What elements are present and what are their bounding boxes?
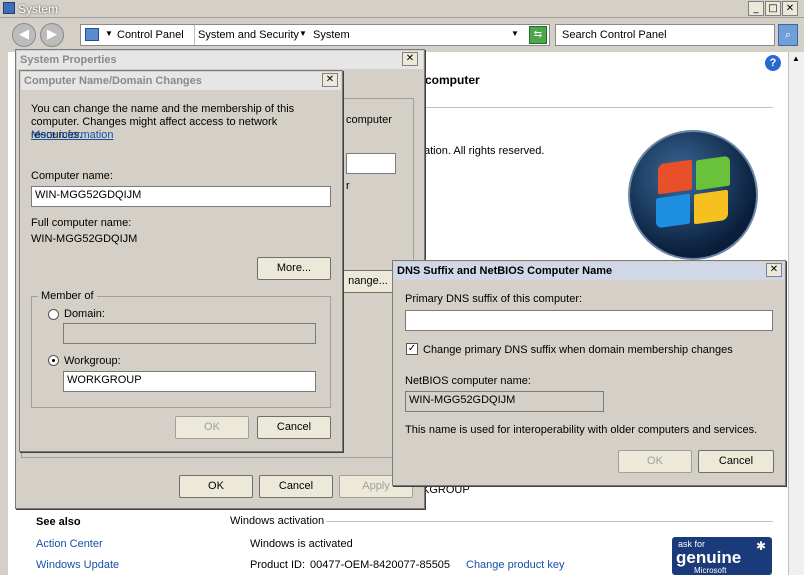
workgroup-radio[interactable] xyxy=(48,355,59,366)
navigation-bar: ◀ ▶ ▼ Control Panel System and Security … xyxy=(0,18,804,50)
computer-name-label: Computer name: xyxy=(31,170,113,182)
computer-name-input[interactable]: WIN-MGG52GDQIJM xyxy=(31,186,331,207)
system-icon xyxy=(3,2,15,14)
control-panel-icon xyxy=(85,28,99,41)
system-properties-title: System Properties xyxy=(17,51,423,69)
forward-button[interactable]: ▶ xyxy=(40,23,64,47)
name-ok-button[interactable]: OK xyxy=(175,416,249,439)
workgroup-label: Workgroup: xyxy=(64,355,121,367)
netbios-label: NetBIOS computer name: xyxy=(405,375,531,387)
name-cancel-button[interactable]: Cancel xyxy=(257,416,331,439)
divider xyxy=(425,107,773,108)
star-icon: ✱ xyxy=(756,539,767,553)
close-button[interactable]: ✕ xyxy=(782,1,798,16)
activation-section-title: Windows activation xyxy=(230,515,325,527)
chevron-down-icon[interactable]: ▼ xyxy=(299,29,307,38)
netbios-name-field: WIN-MGG52GDQIJM xyxy=(405,391,604,412)
minimize-button[interactable]: _ xyxy=(748,1,764,16)
computer-description-field[interactable] xyxy=(346,153,396,174)
computer-name-close-button[interactable]: ✕ xyxy=(322,73,338,87)
activation-divider xyxy=(326,521,773,522)
computer-fragment: computer xyxy=(346,114,392,126)
see-also-title: See also xyxy=(36,516,81,528)
dns-ok-button[interactable]: OK xyxy=(618,450,692,473)
more-button[interactable]: More... xyxy=(257,257,331,280)
full-name-label: Full computer name: xyxy=(31,217,132,229)
search-icon[interactable]: ⌕ xyxy=(778,24,798,46)
change-dns-checkbox-label: Change primary DNS suffix when domain me… xyxy=(423,344,733,356)
genuine-line3: Microsoft xyxy=(694,566,727,575)
system-properties-close-button[interactable]: ✕ xyxy=(402,52,418,66)
dns-cancel-button[interactable]: Cancel xyxy=(698,450,774,473)
dns-close-button[interactable]: ✕ xyxy=(766,263,782,277)
full-name-value: WIN-MGG52GDQIJM xyxy=(31,233,138,245)
activation-status: Windows is activated xyxy=(250,538,353,550)
netbios-note: This name is used for interoperability w… xyxy=(405,424,758,436)
breadcrumb-divider xyxy=(194,25,195,45)
maximize-button[interactable]: □ xyxy=(765,1,781,16)
chevron-right-icon: ▼ xyxy=(105,29,113,38)
fragment-r: r xyxy=(346,180,350,192)
search-placeholder: Search Control Panel xyxy=(562,29,667,41)
change-product-key-link[interactable]: Change product key xyxy=(466,559,564,571)
window-title: System xyxy=(18,2,59,16)
dns-dialog-title: DNS Suffix and NetBIOS Computer Name xyxy=(394,262,784,280)
search-input[interactable]: Search Control Panel xyxy=(555,24,775,46)
breadcrumb-control-panel[interactable]: Control Panel xyxy=(117,29,184,41)
product-id-label: Product ID: xyxy=(250,559,306,571)
computer-name-dialog: Computer Name/Domain Changes ✕ You can c… xyxy=(19,70,343,452)
windows-logo xyxy=(628,130,758,260)
heading-fragment: computer xyxy=(425,73,480,87)
product-id-value: 00477-OEM-8420077-85505 xyxy=(310,559,451,571)
change-button[interactable]: nange... xyxy=(342,270,394,293)
link-windows-update[interactable]: Windows Update xyxy=(36,559,119,571)
scroll-up-icon[interactable]: ▲ xyxy=(792,54,800,63)
dns-suffix-dialog: DNS Suffix and NetBIOS Computer Name ✕ P… xyxy=(392,260,786,486)
domain-input[interactable] xyxy=(63,323,316,344)
member-of-label: Member of xyxy=(38,290,97,302)
more-information-link[interactable]: More information xyxy=(31,129,114,141)
computer-name-dialog-title: Computer Name/Domain Changes xyxy=(21,72,341,90)
link-action-center[interactable]: Action Center xyxy=(36,538,103,550)
breadcrumb-system-security[interactable]: System and Security xyxy=(198,29,299,41)
primary-dns-label: Primary DNS suffix of this computer: xyxy=(405,293,583,305)
breadcrumb-system[interactable]: System xyxy=(313,29,350,41)
system-cancel-button[interactable]: Cancel xyxy=(259,475,333,498)
copyright-fragment: ation. All rights reserved. xyxy=(424,145,545,157)
address-bar[interactable]: ▼ Control Panel System and Security ▼ Sy… xyxy=(80,24,550,46)
vertical-scrollbar[interactable]: ▲ xyxy=(788,52,804,575)
address-dropdown-icon[interactable]: ▼ xyxy=(511,29,519,38)
primary-dns-input[interactable] xyxy=(405,310,773,331)
genuine-line2: genuine xyxy=(676,548,742,567)
genuine-microsoft-badge[interactable]: ask for genuine Microsoft ✱ xyxy=(672,537,772,575)
help-icon[interactable]: ? xyxy=(765,55,781,71)
workgroup-input[interactable]: WORKGROUP xyxy=(63,371,316,392)
refresh-icon[interactable]: ⇆ xyxy=(529,26,547,44)
system-ok-button[interactable]: OK xyxy=(179,475,253,498)
change-dns-checkbox[interactable]: ✓ xyxy=(406,343,418,355)
back-button[interactable]: ◀ xyxy=(12,23,36,47)
domain-radio[interactable] xyxy=(48,309,59,320)
domain-label: Domain: xyxy=(64,308,105,320)
window-titlebar: System _ □ ✕ xyxy=(0,0,804,18)
